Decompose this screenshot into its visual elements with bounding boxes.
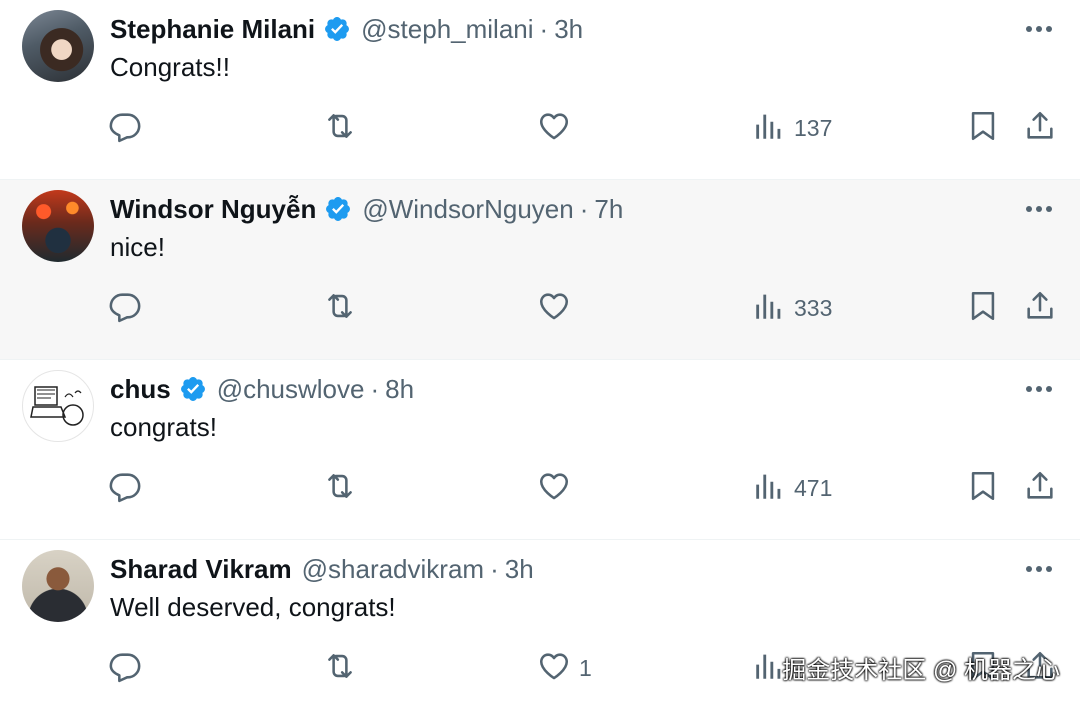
bookmark-button[interactable] (966, 468, 1000, 508)
retweet-icon (323, 649, 357, 688)
author-name[interactable]: chus (110, 374, 171, 405)
timestamp[interactable]: 8h (385, 374, 414, 405)
verified-badge-icon (323, 15, 351, 43)
author-handle[interactable]: @WindsorNguyen (362, 194, 573, 225)
avatar[interactable] (22, 370, 94, 442)
author-handle[interactable]: @sharadvikram (302, 554, 484, 585)
bookmark-button[interactable] (966, 108, 1000, 148)
reply-button[interactable] (108, 108, 142, 148)
views-icon (752, 289, 786, 328)
retweet-icon (323, 109, 357, 148)
views-button[interactable]: 471 (752, 468, 832, 508)
timestamp[interactable]: 3h (554, 14, 583, 45)
share-button[interactable] (1023, 468, 1057, 508)
reply-icon (108, 469, 142, 508)
more-icon[interactable] (1022, 14, 1056, 44)
author-handle[interactable]: @chuswlove (217, 374, 365, 405)
separator: · (370, 373, 380, 404)
tweet-header: Windsor Nguyễn @WindsorNguyen · 7h (110, 192, 623, 226)
view-count: 333 (794, 294, 833, 321)
share-icon (1023, 289, 1057, 328)
reply-tweet: Sharad Vikram @sharadvikram · 3h Well de… (0, 540, 1080, 703)
like-icon (537, 289, 571, 328)
bookmark-icon (966, 109, 1000, 148)
timestamp[interactable]: 3h (505, 554, 534, 585)
bookmark-button[interactable] (966, 288, 1000, 328)
retweet-button[interactable] (323, 108, 357, 148)
share-button[interactable] (1023, 108, 1057, 148)
reply-button[interactable] (108, 648, 142, 688)
author-name[interactable]: Stephanie Milani (110, 14, 315, 45)
like-icon (537, 649, 571, 688)
tweet-text: congrats! (110, 412, 217, 442)
tweet-text: nice! (110, 232, 165, 262)
avatar[interactable] (22, 190, 94, 262)
verified-badge-icon (324, 195, 352, 223)
reply-icon (108, 289, 142, 328)
views-button[interactable]: 137 (752, 108, 832, 148)
tweet-text: Congrats!! (110, 52, 230, 82)
author-handle[interactable]: @steph_milani (361, 14, 533, 45)
like-count: 1 (579, 654, 592, 681)
separator: · (579, 193, 589, 224)
more-icon[interactable] (1022, 374, 1056, 404)
reply-tweet: chus @chuswlove · 8h congrats! 471 (0, 360, 1080, 540)
reply-button[interactable] (108, 468, 142, 508)
views-icon (752, 469, 786, 508)
share-icon (1023, 109, 1057, 148)
reply-tweet: Stephanie Milani @steph_milani · 3h Cong… (0, 0, 1080, 180)
retweet-button[interactable] (323, 648, 357, 688)
like-icon (537, 469, 571, 508)
tweet-header: Sharad Vikram @sharadvikram · 3h (110, 552, 534, 586)
tweet-text: Well deserved, congrats! (110, 592, 396, 622)
author-name[interactable]: Sharad Vikram (110, 554, 292, 585)
retweet-button[interactable] (323, 288, 357, 328)
views-icon (752, 649, 786, 688)
reply-icon (108, 109, 142, 148)
action-bar: 333 (0, 288, 1080, 332)
avatar[interactable] (22, 10, 94, 82)
verified-badge-icon (179, 375, 207, 403)
reply-icon (108, 649, 142, 688)
tweet-header: Stephanie Milani @steph_milani · 3h (110, 12, 583, 46)
view-count: 471 (794, 474, 833, 501)
bookmark-icon (966, 469, 1000, 508)
retweet-icon (323, 289, 357, 328)
retweet-button[interactable] (323, 468, 357, 508)
more-icon[interactable] (1022, 554, 1056, 584)
share-icon (1023, 469, 1057, 508)
reply-tweet: Windsor Nguyễn @WindsorNguyen · 7h nice!… (0, 180, 1080, 360)
share-button[interactable] (1023, 288, 1057, 328)
separator: · (490, 553, 499, 584)
bookmark-icon (966, 289, 1000, 328)
like-button[interactable] (537, 468, 579, 508)
tweet-header: chus @chuswlove · 8h (110, 372, 414, 406)
view-count: 137 (794, 114, 833, 141)
more-icon[interactable] (1022, 194, 1056, 224)
like-icon (537, 109, 571, 148)
like-button[interactable] (537, 288, 579, 328)
action-bar: 137 (0, 108, 1080, 152)
action-bar: 471 (0, 468, 1080, 512)
views-icon (752, 109, 786, 148)
like-button[interactable]: 1 (537, 648, 592, 688)
avatar[interactable] (22, 550, 94, 622)
reply-button[interactable] (108, 288, 142, 328)
separator: · (539, 13, 549, 44)
timestamp[interactable]: 7h (594, 194, 623, 225)
author-name[interactable]: Windsor Nguyễn (110, 194, 316, 225)
like-button[interactable] (537, 108, 579, 148)
retweet-icon (323, 469, 357, 508)
watermark: 掘金技术社区 @ 机器之心 (782, 657, 1060, 684)
views-button[interactable]: 333 (752, 288, 832, 328)
